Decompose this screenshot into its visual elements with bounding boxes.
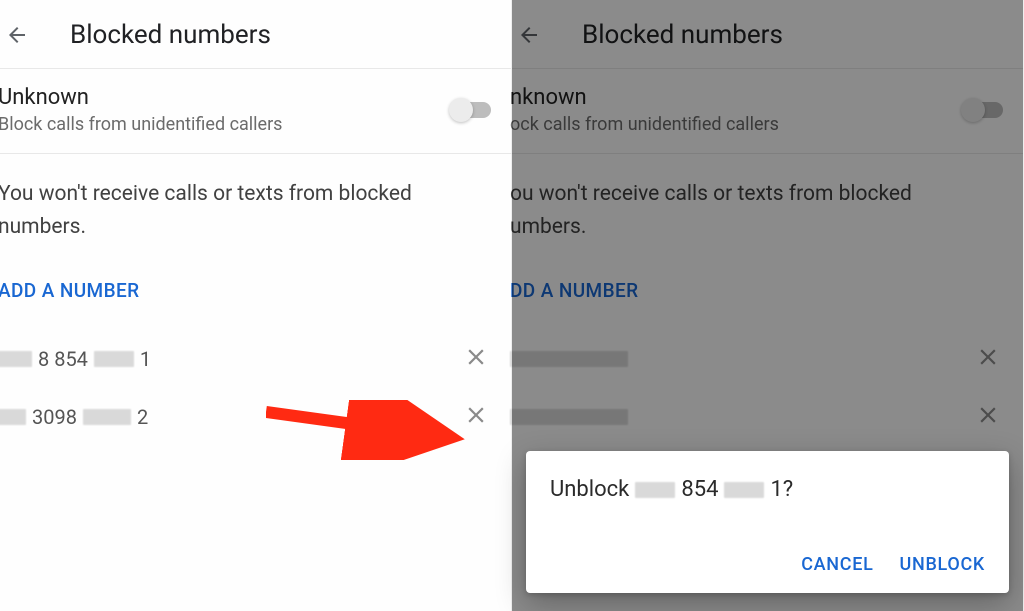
unknown-subtitle: ock calls from unidentified callers (510, 114, 779, 135)
dialog-actions: CANCEL UNBLOCK (550, 554, 985, 575)
blocked-number (510, 351, 628, 367)
redacted-icon (510, 351, 628, 367)
unknown-text: nknown ock calls from unidentified calle… (510, 85, 779, 135)
info-text: ou won't receive calls or texts from blo… (510, 154, 1023, 243)
close-icon (975, 344, 1001, 370)
unknown-title: Unknown (0, 85, 282, 110)
blocked-number-row: 3098 2 (0, 388, 511, 446)
left-panel: Blocked numbers Unknown Block calls from… (0, 0, 512, 611)
header: Blocked numbers (512, 0, 1023, 69)
redacted-icon (83, 409, 131, 425)
add-number-link[interactable]: DD A NUMBER (510, 279, 1023, 302)
unknown-setting[interactable]: nknown ock calls from unidentified calle… (510, 69, 1023, 154)
page-title: Blocked numbers (70, 20, 271, 50)
unknown-setting[interactable]: Unknown Block calls from unidentified ca… (0, 69, 511, 154)
remove-number-button[interactable] (463, 344, 489, 374)
back-button[interactable] (0, 23, 70, 47)
blocked-number-row (510, 330, 1023, 388)
remove-number-button[interactable] (463, 402, 489, 432)
right-panel: Blocked numbers nknown ock calls from un… (512, 0, 1024, 611)
close-icon (463, 402, 489, 428)
redacted-icon (0, 351, 32, 367)
blocked-number-row: 8 854 1 (0, 330, 511, 388)
cancel-button[interactable]: CANCEL (801, 554, 873, 575)
remove-number-button[interactable] (975, 344, 1001, 374)
redacted-icon (94, 351, 134, 367)
blocked-number: 3098 2 (0, 405, 148, 429)
redacted-icon (724, 482, 764, 498)
blocked-number: 8 854 1 (0, 347, 151, 371)
redacted-icon (0, 409, 26, 425)
redacted-icon (510, 409, 628, 425)
unblock-button[interactable]: UNBLOCK (900, 554, 986, 575)
info-text: You won't receive calls or texts from bl… (0, 154, 511, 243)
unknown-subtitle: Block calls from unidentified callers (0, 114, 282, 135)
page-title: Blocked numbers (582, 20, 783, 50)
unknown-title: nknown (510, 85, 779, 110)
remove-number-button[interactable] (975, 402, 1001, 432)
blocked-number-row (510, 388, 1023, 446)
unknown-text: Unknown Block calls from unidentified ca… (0, 85, 282, 135)
header: Blocked numbers (0, 0, 511, 69)
close-icon (975, 402, 1001, 428)
close-icon (463, 344, 489, 370)
back-button[interactable] (512, 23, 582, 47)
unknown-toggle[interactable] (963, 102, 1003, 118)
unknown-toggle[interactable] (451, 102, 491, 118)
arrow-back-icon (517, 23, 541, 47)
blocked-number (510, 409, 628, 425)
add-number-link[interactable]: ADD A NUMBER (0, 279, 511, 302)
unblock-dialog: Unblock 854 1? CANCEL UNBLOCK (526, 451, 1009, 593)
redacted-icon (635, 482, 675, 498)
arrow-back-icon (5, 23, 29, 47)
dialog-message: Unblock 854 1? (550, 477, 985, 502)
